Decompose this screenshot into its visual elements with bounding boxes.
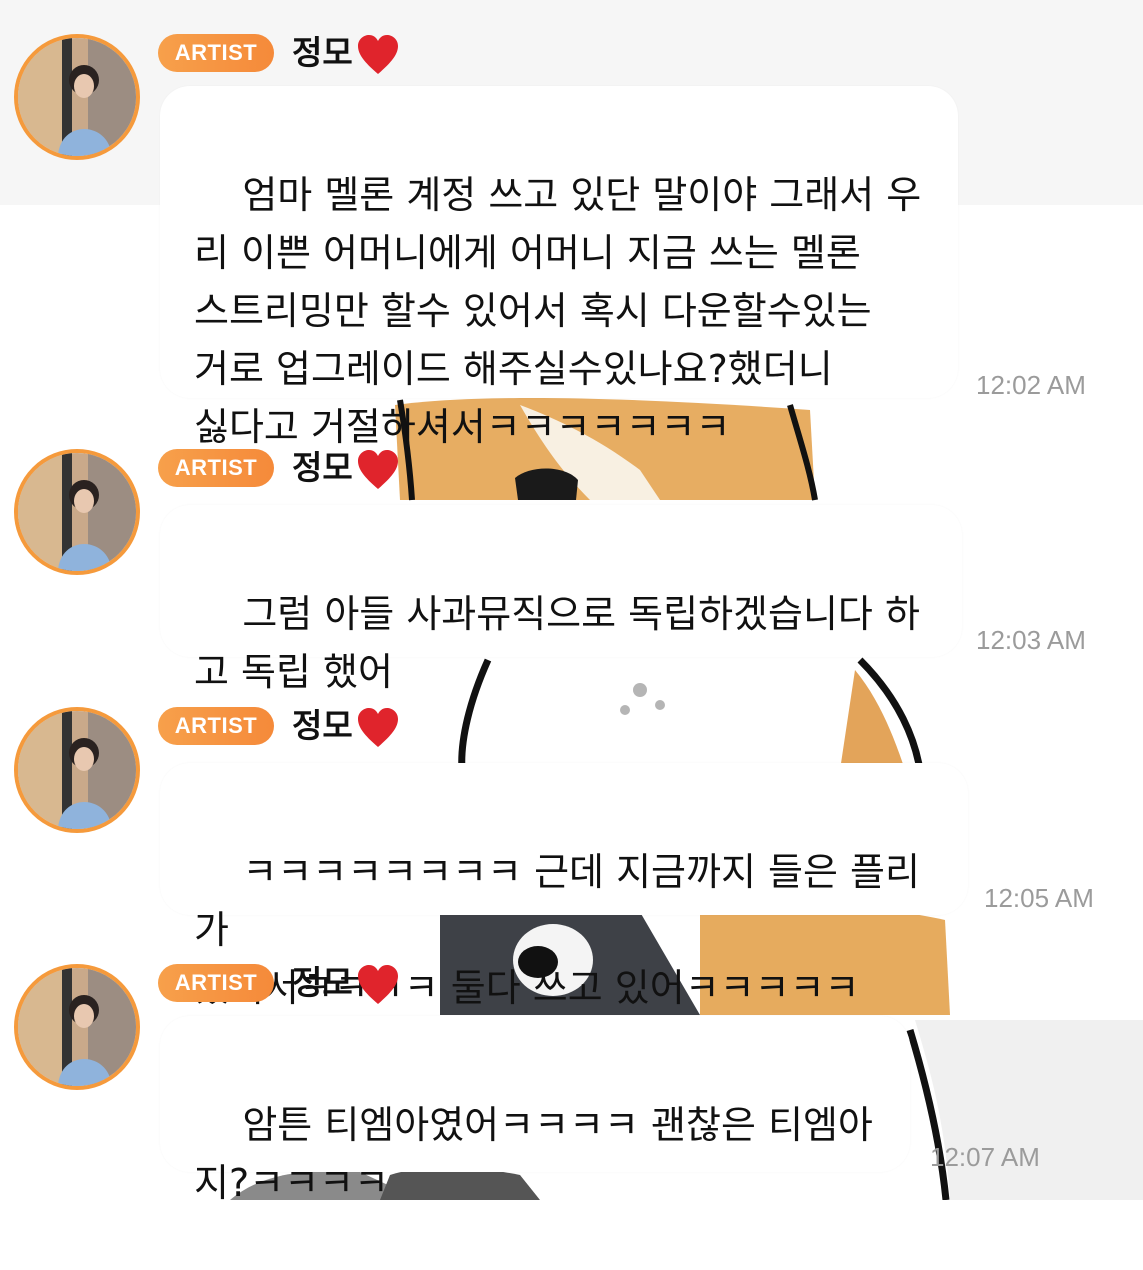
sender-name[interactable]: 정모 (292, 445, 353, 491)
artist-badge: ARTIST (158, 707, 274, 745)
message-bubble[interactable]: 암튼 티엠아였어ㅋㅋㅋㅋ 괜찮은 티엠아 지?ㅋㅋㅋㅋ (160, 1016, 910, 1205)
artist-avatar[interactable] (14, 707, 140, 833)
artist-avatar[interactable] (14, 34, 140, 160)
message-timestamp: 12:03 AM (976, 625, 1086, 655)
sender-name[interactable]: 정모 (292, 703, 353, 749)
profile-photo-icon (18, 968, 136, 1086)
sender-name[interactable]: 정모 (292, 960, 353, 1006)
sender-name[interactable]: 정모 (292, 30, 353, 76)
message-bubble[interactable]: 그럼 아들 사과뮤직으로 독립하겠습니다 하 고 독립 했어 (160, 505, 962, 694)
message-timestamp: 12:05 AM (984, 883, 1094, 913)
chat-message: ARTIST 정모 ㅋㅋㅋㅋㅋㅋㅋㅋ 근데 지금까지 들은 플리가 있어서ㅋㅋㅋ… (0, 706, 1143, 1010)
heart-emoji-icon (358, 450, 398, 489)
artist-badge: ARTIST (158, 449, 274, 487)
message-bubble[interactable]: ㅋㅋㅋㅋㅋㅋㅋㅋ 근데 지금까지 들은 플리가 있어서ㅋㅋㅋㅋ 둘다 쓰고 있어… (160, 763, 968, 1010)
message-text: 암튼 티엠아였어ㅋㅋㅋㅋ 괜찮은 티엠아 지?ㅋㅋㅋㅋ (194, 1103, 873, 1205)
message-bubble[interactable]: 엄마 멜론 계정 쓰고 있단 말이야 그래서 우 리 이쁜 어머니에게 어머니 … (160, 86, 958, 449)
chat-message: ARTIST 정모 엄마 멜론 계정 쓰고 있단 말이야 그래서 우 리 이쁜 … (0, 33, 1143, 449)
artist-badge: ARTIST (158, 34, 274, 72)
profile-photo-icon (18, 38, 136, 156)
heart-emoji-icon (358, 35, 398, 74)
profile-photo-icon (18, 711, 136, 829)
heart-emoji-icon (358, 965, 398, 1004)
artist-avatar[interactable] (14, 964, 140, 1090)
chat-message: ARTIST 정모 그럼 아들 사과뮤직으로 독립하겠습니다 하 고 독립 했어… (0, 448, 1143, 694)
chat-message: ARTIST 정모 암튼 티엠아였어ㅋㅋㅋㅋ 괜찮은 티엠아 지?ㅋㅋㅋㅋ 12… (0, 963, 1143, 1205)
artist-avatar[interactable] (14, 449, 140, 575)
heart-emoji-icon (358, 708, 398, 747)
message-timestamp: 12:07 AM (930, 1142, 1040, 1172)
artist-badge: ARTIST (158, 964, 274, 1002)
profile-photo-icon (18, 453, 136, 571)
message-timestamp: 12:02 AM (976, 370, 1086, 400)
